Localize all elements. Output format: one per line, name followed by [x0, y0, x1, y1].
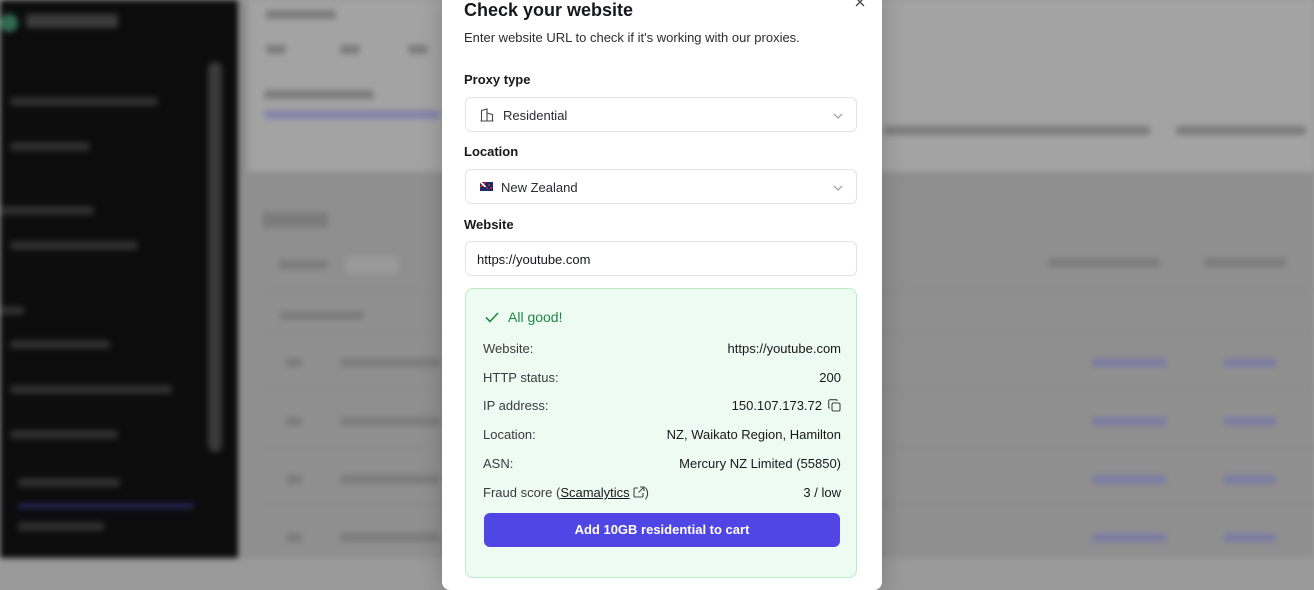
website-label: Website	[464, 217, 514, 232]
external-link-icon[interactable]	[633, 486, 645, 498]
website-input[interactable]	[465, 241, 857, 276]
website-input-field[interactable]	[477, 252, 837, 267]
proxy-type-select[interactable]: Residential	[465, 97, 857, 132]
modal-subtitle: Enter website URL to check if it's worki…	[464, 30, 800, 45]
result-row-fraud-score: Fraud score (Scamalytics) 3 / low	[483, 485, 841, 500]
nz-flag-icon	[480, 182, 493, 191]
location-select[interactable]: New Zealand	[465, 169, 857, 204]
result-row-location: Location: NZ, Waikato Region, Hamilton	[483, 427, 841, 442]
result-row-ip-address: IP address: 150.107.173.72	[483, 398, 841, 414]
scamalytics-link[interactable]: Scamalytics	[560, 485, 629, 500]
proxy-type-label: Proxy type	[464, 72, 531, 87]
chevron-down-icon	[832, 181, 844, 193]
chevron-down-icon	[832, 109, 844, 121]
copy-icon[interactable]	[828, 399, 841, 412]
location-value: New Zealand	[501, 180, 578, 195]
result-row-asn: ASN: Mercury NZ Limited (55850)	[483, 456, 841, 471]
fraud-score-value: 3 / low	[803, 485, 841, 500]
building-icon	[480, 108, 494, 122]
close-icon[interactable]	[853, 0, 867, 10]
result-row-http-status: HTTP status: 200	[483, 370, 841, 385]
proxy-type-value: Residential	[503, 108, 568, 123]
result-row-website: Website: https://youtube.com	[483, 341, 841, 356]
modal-title: Check your website	[464, 0, 634, 20]
check-icon	[484, 309, 500, 325]
ip-address-value: 150.107.173.72	[731, 398, 822, 413]
status-text: All good!	[508, 309, 563, 325]
add-to-cart-button[interactable]: Add 10GB residential to cart	[484, 513, 840, 547]
location-label: Location	[464, 144, 519, 159]
